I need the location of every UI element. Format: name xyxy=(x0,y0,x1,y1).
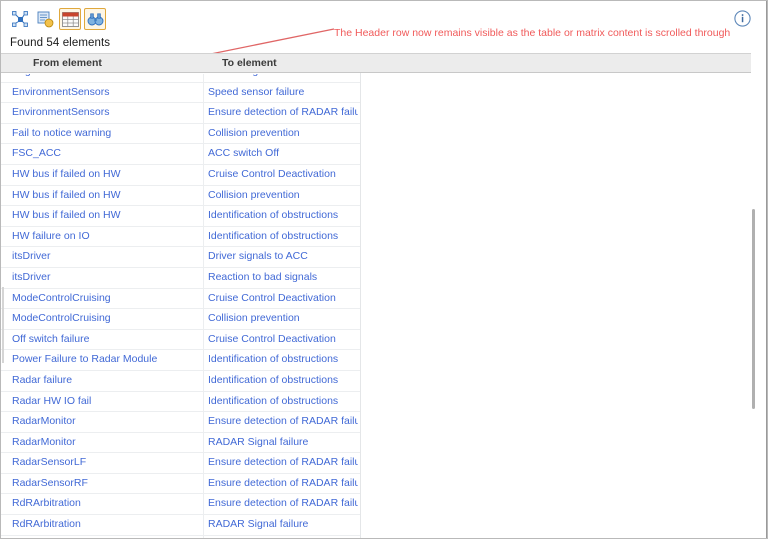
cell-to-element[interactable]: Collision prevention xyxy=(208,312,358,324)
table-row[interactable]: Off switch failure Cruise Control Deactiv… xyxy=(1,329,361,351)
cell-from-element[interactable]: EngineControl xyxy=(12,74,202,77)
cell-to-element[interactable]: Reaction to bad signals xyxy=(208,271,358,283)
table-row[interactable]: RdRArbitration RADAR Signal failure xyxy=(1,515,361,536)
cell-to-element[interactable]: Identification of obstructions xyxy=(208,209,358,221)
cell-to-element[interactable]: Ensure detection of RADAR failu... xyxy=(208,415,358,427)
cell-from-element[interactable]: RdRArbitration xyxy=(12,497,202,509)
cell-to-element[interactable]: Ensure detection of RADAR failu... xyxy=(208,456,358,468)
vertical-scrollbar[interactable] xyxy=(750,53,757,538)
table-row[interactable]: itsDriver Driver signals to ACC xyxy=(1,247,361,268)
cell-from-element[interactable]: ModeControlCruising xyxy=(12,312,202,324)
table-row[interactable]: Radar failure Identification of obstructi… xyxy=(1,370,361,392)
table-row[interactable]: RadarMonitor Ensure detection of RADAR fa… xyxy=(1,412,361,433)
cell-from-element[interactable]: EnvironmentSensors xyxy=(12,106,202,118)
table-row[interactable]: HW bus if failed on HW Identification of … xyxy=(1,206,361,227)
info-icon[interactable] xyxy=(734,10,751,27)
cell-to-element[interactable]: Cruise Control Deactivation xyxy=(208,168,358,180)
cell-to-element[interactable]: RADAR Signal failure xyxy=(208,518,358,530)
cell-from-element[interactable]: HW bus if failed on HW xyxy=(12,209,202,221)
cell-to-element[interactable]: Cruise Control Deactivation xyxy=(208,292,358,304)
window-right-border xyxy=(766,1,767,538)
cell-to-element[interactable]: Loss of signals from Brake and E... xyxy=(208,74,358,77)
column-divider xyxy=(203,74,204,538)
table-row[interactable]: itsDriver Reaction to bad signals xyxy=(1,267,361,289)
found-count-label: Found 54 elements xyxy=(10,37,111,49)
add-element-glyph xyxy=(37,11,54,28)
add-element-icon[interactable] xyxy=(34,8,56,30)
table-row[interactable]: ModeControlCruising Cruise Control Deacti… xyxy=(1,288,361,310)
cell-to-element[interactable]: ACC switch Off xyxy=(208,147,358,159)
table-rows-container: EngineControl Loss of signals from Brake … xyxy=(1,74,361,536)
cell-to-element[interactable]: Identification of obstructions xyxy=(208,374,358,386)
table-row[interactable]: EngineControl Loss of signals from Brake … xyxy=(1,74,361,83)
cell-from-element[interactable]: RadarSensorLF xyxy=(12,456,202,468)
table-right-border xyxy=(360,53,361,538)
cell-from-element[interactable]: Radar failure xyxy=(12,374,202,386)
cell-to-element[interactable]: Cruise Control Deactivation xyxy=(208,333,358,345)
table-row[interactable]: RdRArbitration Ensure detection of RADAR … xyxy=(1,494,361,516)
cell-from-element[interactable]: HW bus if failed on HW xyxy=(12,189,202,201)
cell-from-element[interactable]: Fail to notice warning xyxy=(12,127,202,139)
table-row[interactable]: RadarMonitor RADAR Signal failure xyxy=(1,432,361,454)
table-row[interactable]: RadarSensorRF Ensure detection of RADAR f… xyxy=(1,473,361,495)
cell-from-element[interactable]: EnvironmentSensors xyxy=(12,86,202,98)
table-row[interactable]: ModeControlCruising Collision prevention xyxy=(1,309,361,330)
vertical-scrollbar-thumb[interactable] xyxy=(752,209,755,409)
cell-from-element[interactable]: HW failure on IO xyxy=(12,230,202,242)
cell-from-element[interactable]: Off switch failure xyxy=(12,333,202,345)
cell-from-element[interactable]: Radar HW IO fail xyxy=(12,395,202,407)
cell-from-element[interactable]: HW bus if failed on HW xyxy=(12,168,202,180)
table-row[interactable]: Radar HW IO fail Identification of obstru… xyxy=(1,391,361,413)
column-header-from-element[interactable]: From element xyxy=(33,57,102,69)
cell-to-element[interactable]: Identification of obstructions xyxy=(208,230,358,242)
cell-from-element[interactable]: RdRArbitration xyxy=(12,518,202,530)
table-row[interactable]: Fail to notice warning Collision preventi… xyxy=(1,123,361,145)
cell-from-element[interactable]: ModeControlCruising xyxy=(12,292,202,304)
annotation-text: The Header row now remains visible as th… xyxy=(334,27,731,39)
cell-from-element[interactable]: Power Failure to Radar Module xyxy=(12,353,202,365)
cell-to-element[interactable]: Ensure detection of RADAR failu... xyxy=(208,477,358,489)
cell-to-element[interactable]: Ensure detection of RADAR failu... xyxy=(208,497,358,509)
results-table: From element To element EngineControl Los… xyxy=(1,53,767,538)
cell-to-element[interactable]: Driver signals to ACC xyxy=(208,250,358,262)
table-row[interactable]: FSC_ACC ACC switch Off xyxy=(1,144,361,165)
cell-from-element[interactable]: RadarMonitor xyxy=(12,436,202,448)
cell-from-element[interactable]: RadarMonitor xyxy=(12,415,202,427)
cell-from-element[interactable]: itsDriver xyxy=(12,250,202,262)
cell-from-element[interactable]: FSC_ACC xyxy=(12,147,202,159)
select-related-elements-icon[interactable] xyxy=(9,8,31,30)
cell-to-element[interactable]: Identification of obstructions xyxy=(208,395,358,407)
table-row[interactable]: HW failure on IO Identification of obstru… xyxy=(1,226,361,248)
table-row[interactable]: EnvironmentSensors Speed sensor failure xyxy=(1,82,361,104)
cell-to-element[interactable]: RADAR Signal failure xyxy=(208,436,358,448)
cell-from-element[interactable]: RadarSensorRF xyxy=(12,477,202,489)
table-row[interactable]: EnvironmentSensors Ensure detection of RA… xyxy=(1,103,361,124)
find-binoculars-icon[interactable] xyxy=(84,8,106,30)
table-view-glyph xyxy=(61,11,79,27)
cell-to-element[interactable]: Collision prevention xyxy=(208,127,358,139)
binoculars-glyph xyxy=(87,12,103,25)
cell-to-element[interactable]: Speed sensor failure xyxy=(208,86,358,98)
table-row[interactable]: RadarSensorLF Ensure detection of RADAR f… xyxy=(1,453,361,474)
cell-from-element[interactable]: itsDriver xyxy=(12,271,202,283)
cell-to-element[interactable]: Identification of obstructions xyxy=(208,353,358,365)
select-related-elements-glyph xyxy=(12,11,28,27)
application-window: Found 54 elements The Header row now rem… xyxy=(0,0,768,539)
table-header-row: From element To element xyxy=(1,53,751,73)
left-edge-scroll-marker xyxy=(2,287,4,363)
table-rows-viewport[interactable]: EngineControl Loss of signals from Brake … xyxy=(1,74,361,538)
table-view-icon[interactable] xyxy=(59,8,81,30)
table-row[interactable]: HW bus if failed on HW Cruise Control Dea… xyxy=(1,164,361,186)
cell-to-element[interactable]: Collision prevention xyxy=(208,189,358,201)
table-row[interactable]: HW bus if failed on HW Collision preventi… xyxy=(1,185,361,207)
table-row[interactable]: Power Failure to Radar Module Identificat… xyxy=(1,350,361,371)
cell-to-element[interactable]: Ensure detection of RADAR failu... xyxy=(208,106,358,118)
column-header-to-element[interactable]: To element xyxy=(222,57,277,69)
